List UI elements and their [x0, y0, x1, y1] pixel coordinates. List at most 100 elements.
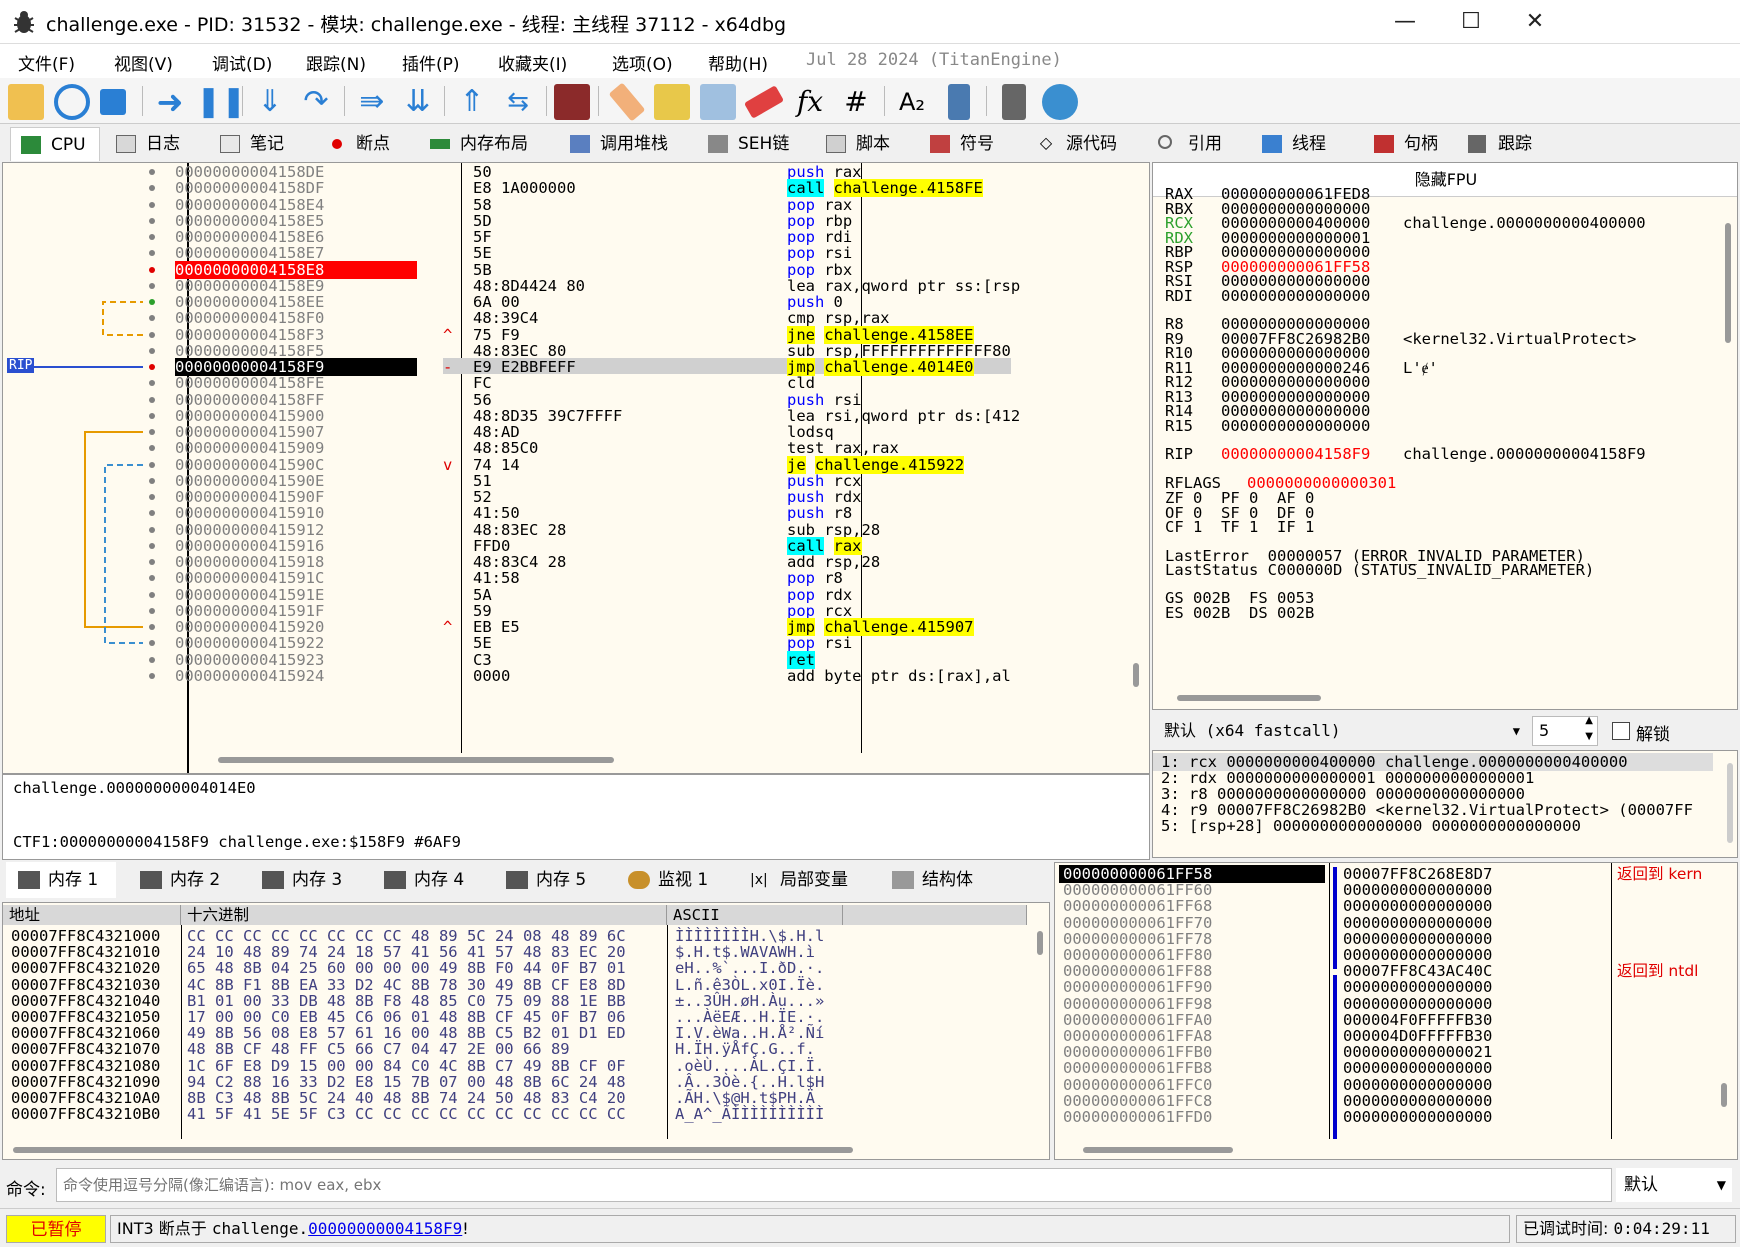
execute-till-return-icon[interactable]: ⇑	[454, 84, 490, 120]
run-to-user-code-icon[interactable]: ⇆	[500, 84, 536, 120]
tab-dump-3[interactable]: 内存 3	[250, 862, 360, 898]
dump-header-ascii[interactable]: ASCII	[667, 905, 843, 925]
disasm-operands[interactable]: challenge.4014E0	[824, 358, 974, 376]
tab-memory-map[interactable]: 内存布局	[420, 127, 542, 161]
run-icon[interactable]: ➜	[152, 84, 188, 120]
disasm-operands[interactable]: rax,rax	[834, 439, 899, 457]
registers-panel[interactable]: 隐藏FPU RAX 000000000061FED8 RBX 000000000000…	[1152, 162, 1738, 710]
scylla-icon[interactable]	[554, 84, 590, 120]
disasm-mnemonic[interactable]: call	[787, 179, 825, 197]
step-over-icon[interactable]: ↷	[298, 84, 334, 120]
flags-row[interactable]: CF 1 TF 1 IF 1	[1165, 518, 1314, 536]
tab-trace[interactable]: 跟踪	[1458, 127, 1562, 161]
disasm-v-scrollbar[interactable]	[1133, 663, 1139, 687]
reg-value[interactable]: 0000000000000000	[1221, 287, 1370, 305]
tab-notes[interactable]: 笔记	[210, 127, 302, 161]
disasm-mnemonic[interactable]: test	[787, 439, 824, 457]
reg-value[interactable]: 00000000004158F9	[1221, 445, 1370, 463]
stack-value[interactable]: 0000000000000000	[1343, 1108, 1492, 1126]
disasm-mnemonic[interactable]: pop	[787, 569, 815, 587]
patch-icon[interactable]	[608, 82, 646, 122]
arg-row[interactable]: 5: [rsp+28] 0000000000000000 00000000000…	[1161, 817, 1581, 835]
tab-dump-4[interactable]: 内存 4	[372, 862, 482, 898]
labels-icon[interactable]	[700, 84, 736, 120]
tab-locals[interactable]: |x| 局部变量	[738, 862, 868, 898]
maximize-button[interactable]: ☐	[1446, 6, 1496, 38]
disasm-operands[interactable]: rsi,qword ptr ds:[412	[824, 407, 1020, 425]
command-input[interactable]	[56, 1168, 1612, 1202]
pause-icon[interactable]: ❚❚	[196, 84, 246, 120]
menu-options[interactable]: 选项(O)	[612, 50, 673, 75]
stack-h-scrollbar[interactable]	[1083, 1147, 1233, 1153]
tab-dump-1[interactable]: 内存 1	[6, 862, 116, 898]
disasm-mnemonic[interactable]: push	[787, 504, 824, 522]
stack-panel[interactable]: 000000000061FF58 00007FF8C268E8D7 返回到 kern…	[1054, 862, 1738, 1160]
tab-source[interactable]: ◇ 源代码	[1026, 127, 1144, 161]
disasm-operands[interactable]: challenge.4158FE	[833, 179, 983, 197]
dump-panel[interactable]: 地址 十六进制 ASCII 00007FF8C4321000 CC CC CC C…	[2, 902, 1050, 1160]
args-v-scrollbar[interactable]	[1727, 763, 1733, 843]
tab-symbols[interactable]: 符号	[920, 127, 1020, 161]
disasm-mnemonic[interactable]: add	[787, 667, 815, 685]
dump-ascii[interactable]: A_A^_ÃÌÌÌÌÌÌÌÌÌÌ	[675, 1105, 824, 1123]
close-button[interactable]: ✕	[1510, 6, 1560, 38]
tab-struct[interactable]: 结构体	[880, 862, 1000, 898]
tab-breakpoints[interactable]: 断点	[316, 127, 416, 161]
dump-header-address[interactable]: 地址	[3, 905, 181, 925]
tab-watch-1[interactable]: 监视 1	[616, 862, 726, 898]
tab-references[interactable]: 引用	[1148, 127, 1248, 161]
calculator-icon[interactable]	[1002, 84, 1026, 120]
tab-seh-chain[interactable]: SEH链	[698, 127, 806, 161]
status-address-link[interactable]: 00000000004158F9	[308, 1219, 462, 1238]
dump-header-hex[interactable]: 十六进制	[181, 905, 667, 925]
disasm-h-scrollbar[interactable]	[218, 757, 614, 763]
restart-icon[interactable]	[54, 84, 90, 120]
disasm-operands[interactable]: rsi	[824, 634, 852, 652]
dump-v-scrollbar[interactable]	[1037, 931, 1043, 955]
callconv-select[interactable]: 默认 (x64 fastcall) ▼	[1158, 716, 1528, 746]
trace-over-icon[interactable]: ⇊	[400, 84, 436, 120]
regs-v-scrollbar[interactable]	[1725, 223, 1731, 343]
disasm-operands[interactable]: rax,qword ptr ss:[rsp	[824, 277, 1020, 295]
menu-plugins[interactable]: 插件(P)	[402, 50, 460, 75]
bookmarks-icon[interactable]	[743, 85, 785, 119]
command-mode-select[interactable]: 默认 ▼	[1616, 1168, 1732, 1202]
tab-dump-2[interactable]: 内存 2	[128, 862, 238, 898]
stop-icon[interactable]	[100, 89, 126, 115]
comments-icon[interactable]	[654, 84, 690, 120]
disasm-operands[interactable]: r8	[824, 569, 843, 587]
tab-script[interactable]: 脚本	[816, 127, 912, 161]
menu-trace[interactable]: 跟踪(N)	[306, 50, 366, 75]
menu-debug[interactable]: 调试(D)	[212, 50, 272, 75]
stack-v-scrollbar[interactable]	[1721, 1083, 1727, 1107]
tab-cpu[interactable]: CPU	[10, 127, 100, 161]
globe-icon[interactable]	[1042, 84, 1078, 120]
tab-call-stack[interactable]: 调用堆栈	[560, 127, 692, 161]
dump-h-scrollbar[interactable]	[13, 1147, 853, 1153]
minimize-button[interactable]: —	[1380, 6, 1430, 38]
font-icon[interactable]: A₂	[894, 84, 930, 120]
step-into-icon[interactable]: ⇓	[252, 84, 288, 120]
arg-count-spinner[interactable]: 5 ▲ ▼	[1532, 715, 1598, 746]
tab-dump-5[interactable]: 内存 5	[494, 862, 604, 898]
calculator-device-icon[interactable]	[948, 84, 970, 120]
menu-favourites[interactable]: 收藏夹(I)	[498, 50, 567, 75]
dump-hex[interactable]: 41 5F 41 5E 5F C3 CC CC CC CC CC CC CC C…	[187, 1105, 626, 1123]
tab-threads[interactable]: 线程	[1252, 127, 1360, 161]
disasm-operands[interactable]: byte ptr ds:[rax],al	[824, 667, 1011, 685]
disasm-operands[interactable]: r8	[834, 504, 853, 522]
reg-value[interactable]: 0000000000000000	[1221, 417, 1370, 435]
disassembly-panel[interactable]: 00000000004158DE 50 push rax 00000000004158D…	[2, 162, 1150, 774]
functions-icon[interactable]: fx	[792, 84, 828, 120]
disasm-mnemonic[interactable]: pop	[787, 244, 815, 262]
unlock-checkbox[interactable]	[1612, 722, 1630, 740]
arguments-panel[interactable]: 1: rcx 0000000000400000 challenge.000000…	[1152, 750, 1738, 858]
open-icon[interactable]	[8, 84, 44, 120]
menu-view[interactable]: 视图(V)	[114, 50, 173, 75]
variables-icon[interactable]: #	[838, 84, 874, 120]
tab-handles[interactable]: 句柄	[1364, 127, 1468, 161]
tab-log[interactable]: 日志	[106, 127, 198, 161]
trace-into-icon[interactable]: ⇛	[354, 84, 390, 120]
disasm-mnemonic[interactable]: cld	[787, 374, 815, 392]
regs-h-scrollbar[interactable]	[1177, 695, 1321, 701]
